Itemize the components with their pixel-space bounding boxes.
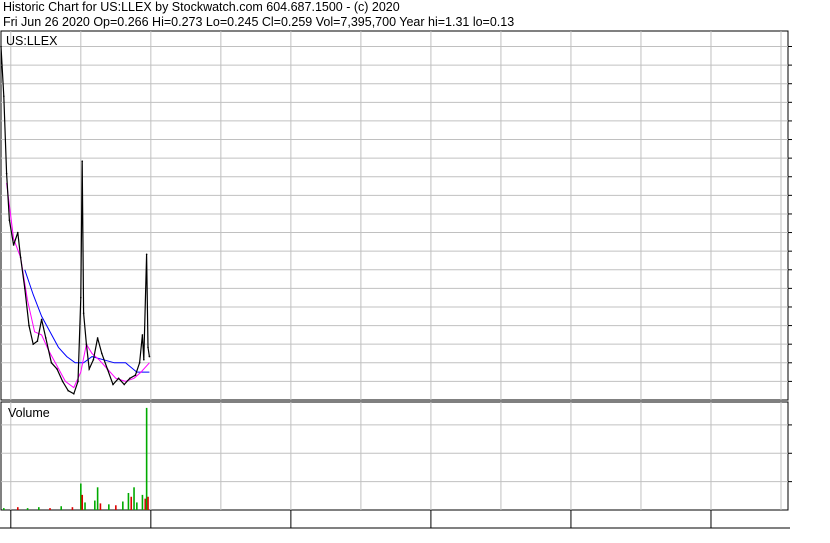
price-point	[81, 160, 84, 163]
price-point	[17, 231, 19, 234]
symbol-label: US:LLEX	[6, 34, 58, 48]
price-point	[32, 343, 35, 345]
price-point	[85, 343, 88, 345]
price-point	[5, 172, 8, 175]
volume-label: Volume	[8, 406, 50, 420]
price-point	[12, 244, 15, 246]
price-point	[96, 337, 99, 339]
price-point	[19, 256, 22, 259]
price-point	[3, 95, 5, 97]
price-point	[61, 380, 64, 383]
price-point	[28, 324, 30, 327]
price-point	[88, 368, 91, 370]
price-point	[50, 361, 53, 364]
price-point	[117, 377, 120, 380]
price-point	[77, 380, 79, 383]
volume-panel	[0, 401, 789, 511]
price-point	[67, 389, 70, 392]
x-axis	[0, 510, 790, 529]
price-point	[0, 45, 2, 48]
historic-chart: US:LLEX Volume	[0, 30, 792, 529]
price-point	[129, 377, 131, 380]
price-point	[56, 368, 58, 370]
price-point	[8, 219, 11, 221]
price-point	[138, 361, 141, 364]
price-point	[134, 374, 137, 376]
price-point	[80, 296, 82, 299]
volume-axis	[788, 424, 792, 483]
price-point	[145, 253, 148, 256]
price-point	[36, 340, 39, 342]
price-point	[106, 368, 109, 370]
price-point	[40, 318, 43, 321]
price-point	[24, 287, 26, 290]
price-point	[101, 352, 103, 355]
price-point	[73, 392, 75, 395]
price-point	[148, 355, 151, 358]
price-point	[123, 383, 126, 386]
price-point	[82, 312, 85, 314]
price-point	[147, 346, 149, 349]
price-point	[45, 337, 47, 339]
price-point	[143, 358, 145, 361]
price-point	[112, 383, 114, 386]
price-axis	[788, 46, 792, 382]
price-point	[141, 334, 144, 336]
price-point	[92, 358, 95, 361]
